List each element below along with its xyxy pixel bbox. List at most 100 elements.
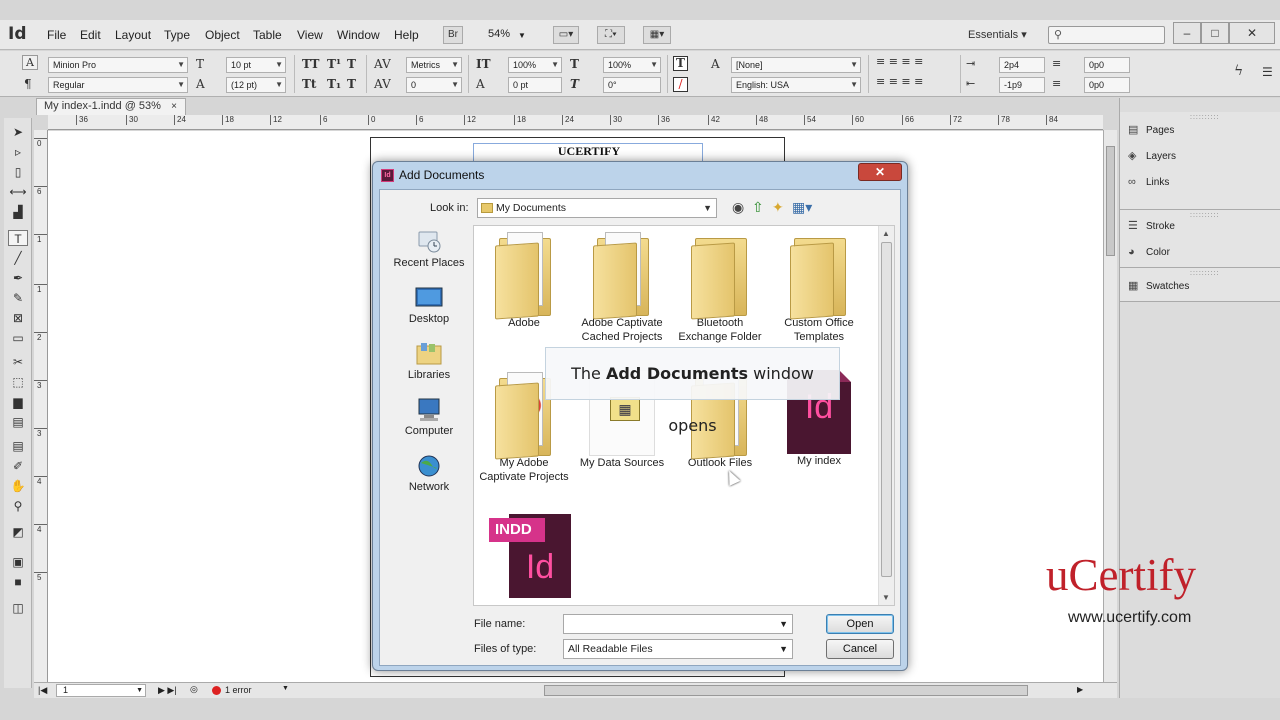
line-tool-icon[interactable]: ╱	[8, 250, 28, 266]
menu-object[interactable]: Object	[205, 28, 240, 42]
file-item-adobe-captivate-cached-projects[interactable]: Adobe Captivate Cached Projects	[574, 230, 670, 344]
first-line-indent-field[interactable]: -1p9	[999, 77, 1045, 93]
file-item-adobe[interactable]: Adobe	[476, 230, 572, 330]
superscript-icon[interactable]: T¹	[327, 57, 341, 71]
new-folder-icon[interactable]: ✦	[772, 199, 784, 215]
help-search-input[interactable]: ⚲	[1048, 26, 1165, 44]
file-item-custom-office-templates[interactable]: Custom Office Templates	[771, 230, 867, 344]
panel-layers[interactable]: ◈ Layers	[1128, 146, 1176, 166]
menu-layout[interactable]: Layout	[115, 28, 151, 42]
selection-tool-icon[interactable]: ➤	[8, 124, 28, 140]
kerning-field[interactable]: Metrics ▼	[406, 57, 462, 73]
panel-menu-icon[interactable]: ☰	[1262, 65, 1273, 79]
underline-icon[interactable]: T	[347, 57, 356, 71]
dialog-titlebar[interactable]: Id Add Documents ✕	[373, 162, 907, 188]
bridge-button[interactable]: Br	[443, 26, 463, 44]
gradient-swatch-tool-icon[interactable]: ▆	[8, 394, 28, 410]
menu-table[interactable]: Table	[253, 28, 282, 42]
panel-links[interactable]: ∞ Links	[1128, 172, 1169, 192]
pencil-tool-icon[interactable]: ✎	[8, 290, 28, 306]
font-style-field[interactable]: Regular ▼	[48, 77, 188, 93]
vertical-scale-field[interactable]: 100% ▼	[508, 57, 562, 73]
error-status[interactable]: 1 error	[225, 685, 252, 695]
page-number-field[interactable]: 1 ▼	[56, 684, 146, 697]
scroll-right-icon[interactable]: ▶	[1077, 685, 1083, 694]
up-folder-icon[interactable]: ⇧	[752, 199, 764, 215]
small-caps-icon[interactable]: Tt	[302, 77, 316, 91]
zoom-dropdown-icon[interactable]: ▼	[518, 31, 526, 40]
scroll-down-icon[interactable]: ▼	[882, 593, 890, 602]
menu-edit[interactable]: Edit	[80, 28, 101, 42]
view-menu-icon[interactable]: ▦▾	[792, 199, 812, 215]
menu-help[interactable]: Help	[394, 28, 419, 42]
skew-field[interactable]: 0°	[603, 77, 661, 93]
strikethrough-icon[interactable]: T	[347, 77, 356, 91]
close-icon[interactable]: ×	[171, 99, 177, 114]
justify-icon[interactable]: ≡ ≡ ≡ ≡	[876, 75, 923, 88]
close-app-button[interactable]: ✕	[1229, 22, 1275, 44]
scissors-tool-icon[interactable]: ✂	[8, 354, 28, 370]
menu-file[interactable]: File	[47, 28, 66, 42]
screen-mode-tool-icon[interactable]: ◫	[8, 600, 28, 616]
minimize-button[interactable]: –	[1173, 22, 1201, 44]
dialog-close-button[interactable]: ✕	[858, 163, 902, 181]
language-field[interactable]: English: USA ▼	[731, 77, 861, 93]
grip-icon[interactable]: ::::::::::	[1190, 114, 1219, 121]
page-tool-icon[interactable]: ▯	[8, 164, 28, 180]
gradient-feather-tool-icon[interactable]: ▤	[8, 414, 28, 430]
free-transform-tool-icon[interactable]: ⬚	[8, 374, 28, 390]
back-icon[interactable]: ◉	[732, 199, 744, 215]
panel-swatches[interactable]: ▦ Swatches	[1128, 276, 1189, 296]
cancel-button[interactable]: Cancel	[826, 639, 894, 659]
right-indent-field[interactable]: 0p0	[1084, 57, 1130, 73]
place-libraries[interactable]: Libraries	[386, 342, 472, 381]
content-collector-icon[interactable]: ▟	[8, 204, 28, 220]
document-tab[interactable]: My index-1.indd @ 53% ×	[36, 98, 186, 115]
preflight-icon[interactable]: ◎	[190, 684, 198, 695]
chevron-down-icon[interactable]: ▼	[282, 685, 289, 692]
tracking-field[interactable]: 0 ▼	[406, 77, 462, 93]
stroke-none-icon[interactable]: /	[673, 77, 688, 92]
last-line-indent-field[interactable]: 0p0	[1084, 77, 1130, 93]
gap-tool-icon[interactable]: ⟷	[8, 184, 28, 200]
leading-field[interactable]: (12 pt) ▼	[226, 77, 286, 93]
grip-icon[interactable]: ::::::::::	[1190, 212, 1219, 219]
workspace-switcher[interactable]: Essentials ▾	[968, 28, 1027, 41]
first-page-icon[interactable]: |◀	[38, 685, 47, 696]
font-size-field[interactable]: 10 pt ▼	[226, 57, 286, 73]
maximize-button[interactable]: □	[1201, 22, 1229, 44]
rectangle-frame-tool-icon[interactable]: ⊠	[8, 310, 28, 326]
horizontal-scale-field[interactable]: 100% ▼	[603, 57, 661, 73]
zoom-level[interactable]: 54%	[488, 28, 510, 40]
place-network[interactable]: Network	[386, 454, 472, 493]
hand-tool-icon[interactable]: ✋	[8, 478, 28, 494]
rectangle-tool-icon[interactable]: ▭	[8, 330, 28, 346]
menu-type[interactable]: Type	[164, 28, 190, 42]
file-item-indd[interactable]: INDD Id	[482, 514, 578, 598]
files-of-type-select[interactable]: All Readable Files ▼	[563, 639, 793, 659]
note-tool-icon[interactable]: ▤	[8, 438, 28, 454]
panel-color[interactable]: ◕ Color	[1128, 242, 1170, 262]
font-family-field[interactable]: Minion Pro ▼	[48, 57, 188, 73]
align-left-icon[interactable]: ≡ ≡ ≡ ≡	[876, 55, 923, 68]
character-formatting-icon[interactable]: A	[22, 55, 38, 70]
panel-stroke[interactable]: ☰ Stroke	[1128, 216, 1175, 236]
left-indent-field[interactable]: 2p4	[999, 57, 1045, 73]
place-computer[interactable]: Computer	[386, 398, 472, 437]
subscript-icon[interactable]: T₁	[327, 77, 341, 91]
scrollbar-thumb[interactable]	[881, 242, 892, 577]
screen-mode-icon[interactable]: ⛶▾	[597, 26, 625, 44]
arrange-documents-icon[interactable]: ▦▾	[643, 26, 671, 44]
formatting-container-icon[interactable]: ▣	[8, 554, 28, 570]
eyedropper-tool-icon[interactable]: ✐	[8, 458, 28, 474]
horizontal-scrollbar-thumb[interactable]	[544, 685, 1028, 696]
panel-pages[interactable]: ▤ Pages	[1128, 120, 1174, 140]
direct-selection-tool-icon[interactable]: ▹	[8, 144, 28, 160]
pen-tool-icon[interactable]: ✒	[8, 270, 28, 286]
place-desktop[interactable]: Desktop	[386, 286, 472, 325]
scroll-up-icon[interactable]: ▲	[882, 229, 890, 238]
all-caps-icon[interactable]: TT	[302, 57, 319, 71]
paragraph-formatting-icon[interactable]: ¶	[24, 77, 32, 91]
character-style-field[interactable]: [None] ▼	[731, 57, 861, 73]
fill-text-icon[interactable]: T	[673, 56, 688, 71]
